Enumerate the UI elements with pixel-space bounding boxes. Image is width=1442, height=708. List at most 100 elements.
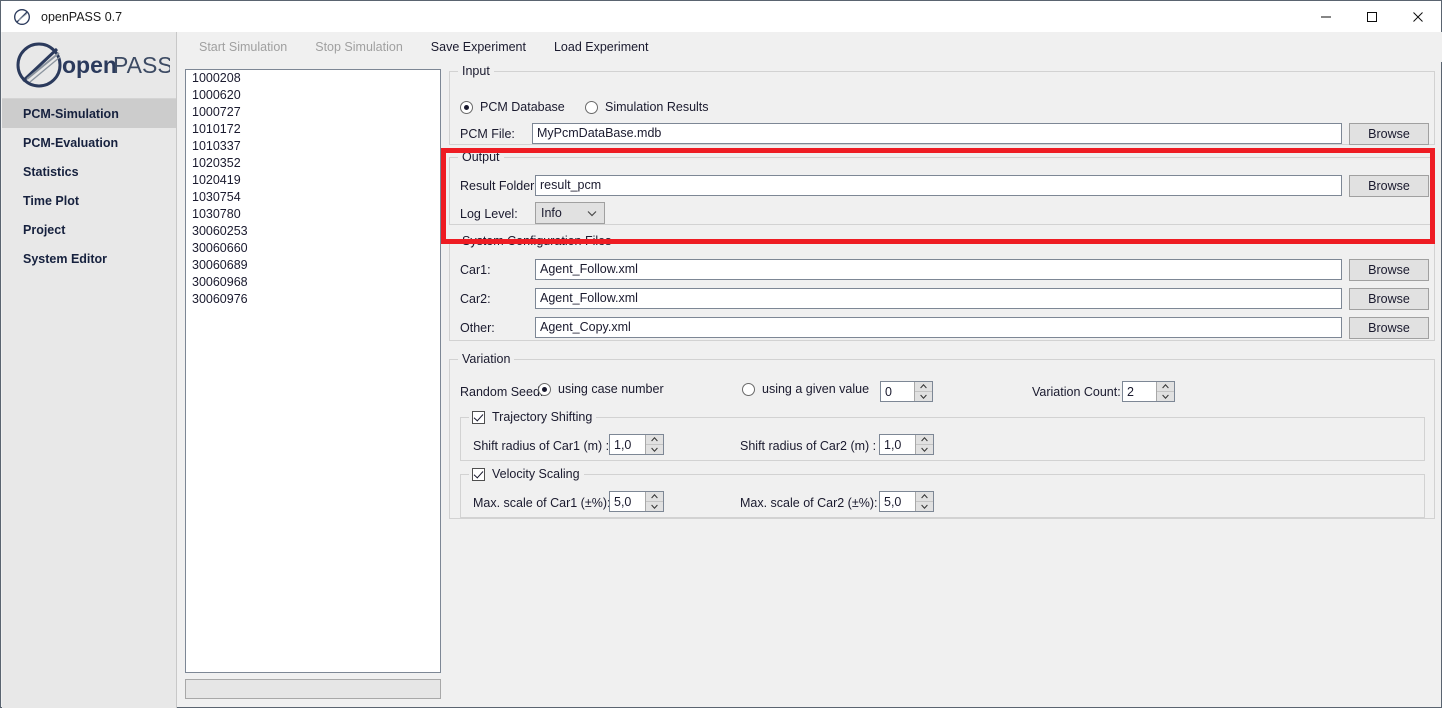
radio-using-given-value[interactable]: using a given value — [742, 382, 869, 396]
spinner-down-icon — [1157, 392, 1174, 401]
variation-count-spinner[interactable]: 2 — [1122, 381, 1175, 402]
given-value: 0 — [885, 384, 892, 399]
max-scale-car2-value: 5,0 — [884, 494, 902, 509]
spinner-down-icon — [646, 502, 663, 511]
list-item[interactable]: 30060689 — [186, 257, 440, 274]
sidebar-nav: PCM-Simulation PCM-Evaluation Statistics Ti… — [2, 99, 176, 273]
system-config-group: System Configuration Files Car1: Agent_Fo… — [449, 234, 1435, 341]
trajectory-shifting-checkbox[interactable] — [472, 410, 485, 424]
sidebar-item-pcm-simulation[interactable]: PCM-Simulation — [2, 99, 176, 128]
list-item[interactable]: 30060968 — [186, 274, 440, 291]
sidebar-item-statistics[interactable]: Statistics — [2, 157, 176, 186]
list-item[interactable]: 1030780 — [186, 206, 440, 223]
menu-item-load-experiment[interactable]: Load Experiment — [540, 32, 663, 62]
max-scale-car1-label: Max. scale of Car1 (±%): — [473, 496, 611, 510]
list-item[interactable]: 1000208 — [186, 70, 440, 87]
sidebar-item-label: Time Plot — [23, 193, 80, 208]
maximize-icon — [1367, 11, 1377, 22]
trajectory-shifting-legend[interactable]: Trajectory Shifting — [469, 410, 597, 424]
list-item[interactable]: 1010337 — [186, 138, 440, 155]
spinner-arrows[interactable] — [914, 382, 932, 401]
result-folder-input[interactable]: result_pcm — [535, 175, 1342, 196]
spinner-down-icon — [916, 502, 933, 511]
shift-radius-car2-label: Shift radius of Car2 (m) : — [740, 439, 877, 453]
main-content: Input PCM Database Simulation Results PC… — [449, 64, 1435, 707]
title-bar: openPASS 0.7 — [1, 1, 1441, 32]
maximize-button[interactable] — [1349, 1, 1395, 32]
sysconfig-browse-button-2[interactable]: Browse — [1349, 317, 1429, 339]
velocity-scaling-label: Velocity Scaling — [492, 467, 580, 481]
shift-radius-car1-spinner[interactable]: 1,0 — [609, 434, 664, 455]
list-item[interactable]: 30060253 — [186, 223, 440, 240]
max-scale-car1-spinner[interactable]: 5,0 — [609, 491, 664, 512]
radio-using-case-number[interactable]: using case number — [538, 382, 664, 396]
given-value-spinner[interactable]: 0 — [880, 381, 933, 402]
pcm-file-browse-button[interactable]: Browse — [1349, 123, 1429, 145]
spinner-down-icon — [646, 445, 663, 454]
sidebar-logo: open PASS — [2, 32, 176, 99]
spinner-arrows[interactable] — [915, 492, 933, 511]
minimize-button[interactable] — [1303, 1, 1349, 32]
velocity-scaling-legend[interactable]: Velocity Scaling — [469, 467, 584, 481]
output-group-legend: Output — [458, 150, 504, 164]
sysconfig-label-1: Car2: — [460, 292, 491, 306]
list-item[interactable]: 1030754 — [186, 189, 440, 206]
sysconfig-input-1[interactable]: Agent_Follow.xml — [535, 288, 1342, 309]
sysconfig-input-2[interactable]: Agent_Copy.xml — [535, 317, 1342, 338]
sysconfig-input-0[interactable]: Agent_Follow.xml — [535, 259, 1342, 280]
case-list[interactable]: 1000208 1000620 1000727 1010172 1010337 10203… — [185, 69, 441, 673]
spinner-arrows[interactable] — [645, 492, 663, 511]
result-folder-browse-button[interactable]: Browse — [1349, 175, 1429, 197]
radio-simulation-results[interactable]: Simulation Results — [585, 100, 709, 114]
sysconfig-browse-button-1[interactable]: Browse — [1349, 288, 1429, 310]
spinner-arrows[interactable] — [645, 435, 663, 454]
openpass-logo-icon — [14, 8, 30, 25]
spinner-up-icon — [915, 382, 932, 392]
pcm-file-label: PCM File: — [460, 127, 515, 141]
chevron-down-icon — [587, 206, 597, 220]
spinner-up-icon — [916, 492, 933, 502]
list-item[interactable]: 1020352 — [186, 155, 440, 172]
menu-item-save-experiment[interactable]: Save Experiment — [417, 32, 540, 62]
sidebar-item-label: PCM-Evaluation — [23, 135, 119, 150]
spinner-arrows[interactable] — [1156, 382, 1174, 401]
sidebar: open PASS PCM-Simulation PCM-Evaluation St… — [2, 32, 177, 708]
input-group: Input PCM Database Simulation Results PC… — [449, 64, 1435, 145]
close-button[interactable] — [1395, 1, 1441, 32]
menu-item-stop-simulation: Stop Simulation — [315, 40, 403, 54]
radio-dot-icon — [742, 382, 755, 396]
pcm-file-input[interactable]: MyPcmDataBase.mdb — [532, 123, 1342, 144]
spinner-up-icon — [646, 492, 663, 502]
radio-simulation-results-label: Simulation Results — [605, 100, 709, 114]
sidebar-item-project[interactable]: Project — [2, 215, 176, 244]
list-item[interactable]: 1000727 — [186, 104, 440, 121]
menu-item-start-simulation: Start Simulation — [199, 40, 288, 54]
sidebar-item-system-editor[interactable]: System Editor — [2, 244, 176, 273]
shift-radius-car2-spinner[interactable]: 1,0 — [879, 434, 934, 455]
list-item[interactable]: 1000620 — [186, 87, 440, 104]
max-scale-car2-spinner[interactable]: 5,0 — [879, 491, 934, 512]
list-item[interactable]: 1010172 — [186, 121, 440, 138]
list-item[interactable]: 30060976 — [186, 291, 440, 308]
velocity-scaling-group: Velocity Scaling Max. scale of Car1 (±%)… — [460, 467, 1425, 518]
sidebar-item-pcm-evaluation[interactable]: PCM-Evaluation — [2, 128, 176, 157]
menu-bar: Start Simulation Stop Simulation Save Expe… — [177, 32, 1442, 62]
log-level-label: Log Level: — [460, 207, 518, 221]
spinner-arrows[interactable] — [915, 435, 933, 454]
list-item[interactable]: 30060660 — [186, 240, 440, 257]
velocity-scaling-checkbox[interactable] — [472, 467, 485, 481]
radio-using-case-number-label: using case number — [558, 382, 664, 396]
svg-text:PASS: PASS — [113, 52, 170, 78]
sidebar-item-time-plot[interactable]: Time Plot — [2, 186, 176, 215]
application-window: openPASS 0.7 open PASS PCM-Simulation PC… — [0, 0, 1442, 708]
close-icon — [1413, 11, 1423, 22]
radio-pcm-database[interactable]: PCM Database — [460, 100, 565, 114]
radio-using-given-value-label: using a given value — [762, 382, 870, 396]
list-item[interactable]: 1020419 — [186, 172, 440, 189]
sidebar-item-label: System Editor — [23, 251, 108, 266]
input-group-legend: Input — [458, 64, 494, 78]
log-level-select[interactable]: Info — [535, 202, 605, 224]
sidebar-item-label: PCM-Simulation — [23, 106, 119, 121]
sysconfig-browse-button-0[interactable]: Browse — [1349, 259, 1429, 281]
system-config-legend: System Configuration Files — [458, 234, 616, 248]
